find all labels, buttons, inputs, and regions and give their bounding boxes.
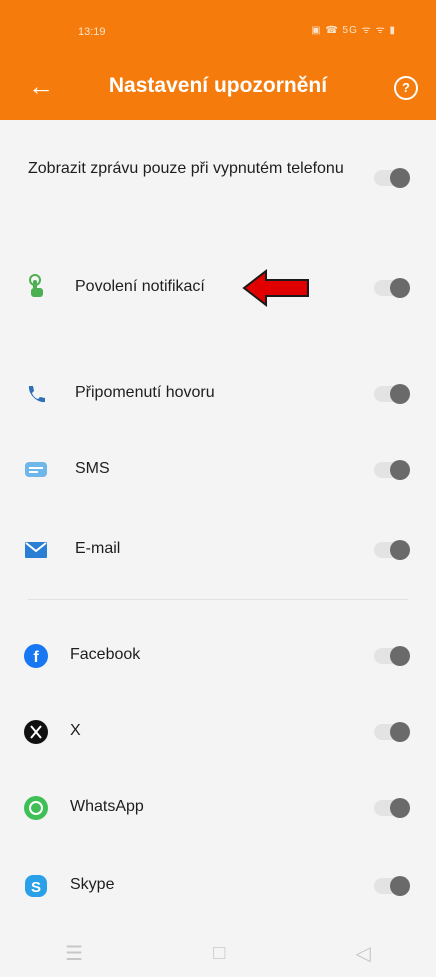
back-nav-icon[interactable]: ◁ xyxy=(356,941,371,966)
setting-row-enable-notifications[interactable]: Povolení notifikací xyxy=(0,272,436,304)
setting-row-whatsapp[interactable]: WhatsApp xyxy=(0,792,436,824)
setting-row-email[interactable]: E-mail xyxy=(0,534,436,566)
setting-label: Facebook xyxy=(70,646,141,663)
x-icon xyxy=(24,720,48,744)
setting-label: Povolení notifikací xyxy=(75,278,205,295)
toggle-switch[interactable] xyxy=(374,168,410,188)
setting-label: Připomenutí hovoru xyxy=(75,384,215,401)
setting-label: Zobrazit zprávu pouze při vypnutém telef… xyxy=(28,160,344,177)
toggle-switch[interactable] xyxy=(374,646,410,666)
toggle-knob xyxy=(390,168,410,188)
toggle-knob xyxy=(390,646,410,666)
setting-label: SMS xyxy=(75,460,110,477)
setting-row-skype[interactable]: S Skype xyxy=(0,870,436,902)
app-header: 13:19 ▣ ☎ 5G ᯤ ᯤ ▮ ← Nastavení upozorněn… xyxy=(0,0,436,120)
toggle-knob xyxy=(390,876,410,896)
toggle-knob xyxy=(390,540,410,560)
home-nav-icon[interactable]: □ xyxy=(213,942,225,965)
system-navbar: ☰ □ ◁ xyxy=(0,930,436,977)
setting-label: E-mail xyxy=(75,540,121,557)
toggle-knob xyxy=(390,278,410,298)
toggle-switch[interactable] xyxy=(374,876,410,896)
setting-row-call-reminder[interactable]: Připomenutí hovoru xyxy=(0,378,436,410)
status-icons-text: ▣ ☎ 5G ᯤ ᯤ ▮ xyxy=(311,25,396,36)
toggle-knob xyxy=(390,798,410,818)
toggle-switch[interactable] xyxy=(374,278,410,298)
toggle-switch[interactable] xyxy=(374,460,410,480)
setting-row-display-when-off[interactable]: Zobrazit zprávu pouze při vypnutém telef… xyxy=(0,158,436,218)
facebook-icon: f xyxy=(24,644,48,668)
toggle-knob xyxy=(390,722,410,742)
status-icons: ▣ ☎ 5G ᯤ ᯤ ▮ xyxy=(311,22,396,36)
skype-icon: S xyxy=(24,874,48,898)
toggle-switch[interactable] xyxy=(374,798,410,818)
sms-icon xyxy=(24,458,48,482)
status-time: 13:19 xyxy=(78,26,106,38)
email-icon xyxy=(24,538,48,562)
setting-row-facebook[interactable]: f Facebook xyxy=(0,640,436,672)
phone-icon xyxy=(24,382,48,406)
whatsapp-icon xyxy=(24,796,48,820)
toggle-knob xyxy=(390,384,410,404)
touch-hand-icon xyxy=(24,274,48,298)
setting-label: Skype xyxy=(70,876,115,893)
svg-text:S: S xyxy=(31,879,41,896)
page-title: Nastavení upozornění xyxy=(108,74,328,97)
toggle-switch[interactable] xyxy=(374,384,410,404)
toggle-knob xyxy=(390,460,410,480)
svg-text:f: f xyxy=(33,649,39,666)
setting-label: WhatsApp xyxy=(70,798,144,815)
toggle-switch[interactable] xyxy=(374,540,410,560)
annotation-arrow-icon xyxy=(242,268,309,308)
menu-nav-icon[interactable]: ☰ xyxy=(65,941,83,966)
help-icon[interactable]: ? xyxy=(394,76,418,100)
setting-row-x[interactable]: X xyxy=(0,716,436,748)
section-divider xyxy=(28,599,408,600)
toggle-switch[interactable] xyxy=(374,722,410,742)
setting-label: X xyxy=(70,722,81,739)
setting-row-sms[interactable]: SMS xyxy=(0,454,436,486)
